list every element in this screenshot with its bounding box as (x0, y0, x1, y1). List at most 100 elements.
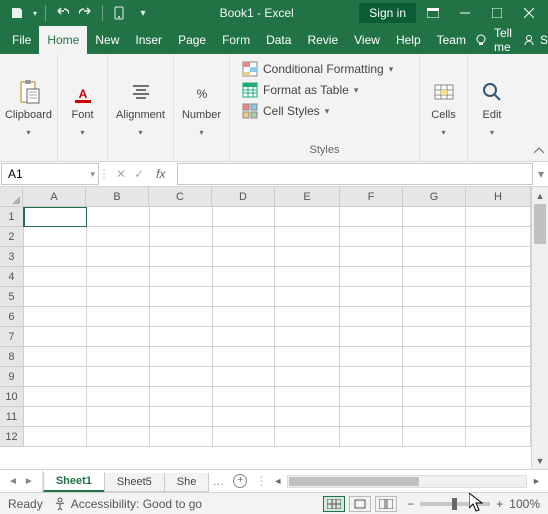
cell[interactable] (275, 427, 340, 447)
formula-input[interactable] (177, 163, 533, 185)
cell[interactable] (213, 347, 276, 367)
cell[interactable] (87, 367, 150, 387)
select-all-corner[interactable] (0, 187, 23, 207)
cell[interactable] (466, 427, 531, 447)
cell[interactable] (150, 207, 213, 227)
cell[interactable] (213, 327, 276, 347)
cell[interactable] (403, 287, 466, 307)
cell[interactable] (87, 327, 150, 347)
scroll-right-icon[interactable]: ► (529, 474, 544, 489)
cell[interactable] (150, 287, 213, 307)
ribbon-display-icon[interactable] (418, 0, 448, 26)
cell[interactable] (24, 247, 87, 267)
zoom-in-icon[interactable]: + (496, 497, 503, 511)
cell[interactable] (403, 267, 466, 287)
tellme-label[interactable]: Tell me (494, 26, 516, 54)
row-header[interactable]: 6 (0, 307, 24, 327)
cell[interactable] (150, 347, 213, 367)
sheet-overflow-label[interactable]: … (208, 474, 224, 488)
cell[interactable] (403, 367, 466, 387)
cell[interactable] (87, 267, 150, 287)
cell[interactable] (213, 287, 276, 307)
cell[interactable] (24, 207, 87, 227)
cell[interactable] (466, 207, 531, 227)
cell[interactable] (340, 367, 403, 387)
cell[interactable] (150, 227, 213, 247)
cell[interactable] (403, 327, 466, 347)
scroll-left-icon[interactable]: ◄ (270, 474, 285, 489)
signin-button[interactable]: Sign in (359, 3, 416, 23)
cell[interactable] (466, 367, 531, 387)
sheet-grip-icon[interactable]: ⋮ (256, 470, 266, 492)
normal-view-icon[interactable] (323, 496, 345, 512)
tab-form[interactable]: Form (214, 26, 258, 54)
cell[interactable] (150, 267, 213, 287)
cell[interactable] (150, 307, 213, 327)
cell[interactable] (275, 287, 340, 307)
cell[interactable] (275, 387, 340, 407)
tab-new[interactable]: New (87, 26, 127, 54)
column-header[interactable]: F (340, 187, 403, 207)
zoom-level[interactable]: 100% (509, 497, 540, 511)
zoom-out-icon[interactable]: − (407, 497, 414, 511)
cell[interactable] (150, 247, 213, 267)
row-header[interactable]: 7 (0, 327, 24, 347)
sheet-tab[interactable]: Sheet1 (43, 472, 105, 492)
cell[interactable] (466, 227, 531, 247)
scroll-up-icon[interactable]: ▲ (532, 187, 548, 204)
cell[interactable] (340, 427, 403, 447)
vertical-scrollbar[interactable]: ▲ ▼ (531, 187, 548, 469)
column-header[interactable]: E (275, 187, 340, 207)
cell[interactable] (213, 307, 276, 327)
number-button[interactable]: % Number▾ (178, 77, 225, 138)
vertical-scroll-thumb[interactable] (534, 204, 546, 244)
cell[interactable] (87, 247, 150, 267)
cell[interactable] (150, 367, 213, 387)
save-icon[interactable] (6, 2, 28, 24)
cell[interactable] (275, 367, 340, 387)
cell[interactable] (213, 247, 276, 267)
sheet-tab[interactable]: She (164, 473, 210, 492)
cell[interactable] (403, 347, 466, 367)
column-header[interactable]: A (23, 187, 86, 207)
cell[interactable] (87, 387, 150, 407)
zoom-slider[interactable] (420, 502, 490, 506)
cell[interactable] (87, 307, 150, 327)
cell[interactable] (340, 267, 403, 287)
cell[interactable] (87, 347, 150, 367)
cell[interactable] (275, 227, 340, 247)
row-header[interactable]: 10 (0, 387, 24, 407)
cell[interactable] (466, 407, 531, 427)
sheet-tab[interactable]: Sheet5 (104, 473, 165, 492)
qat-customize-icon[interactable]: ▾ (132, 2, 154, 24)
cell[interactable] (403, 387, 466, 407)
undo-icon[interactable] (51, 2, 73, 24)
cell[interactable] (213, 227, 276, 247)
cell[interactable] (403, 427, 466, 447)
accessibility-status[interactable]: Accessibility: Good to go (53, 497, 202, 511)
cell[interactable] (466, 287, 531, 307)
cell[interactable] (275, 347, 340, 367)
page-layout-view-icon[interactable] (349, 496, 371, 512)
fx-icon[interactable]: fx (152, 167, 169, 181)
row-header[interactable]: 1 (0, 207, 24, 227)
cell-styles-button[interactable]: Cell Styles▾ (240, 102, 409, 120)
cell[interactable] (213, 407, 276, 427)
font-button[interactable]: A Font▾ (66, 77, 100, 138)
cell[interactable] (340, 347, 403, 367)
conditional-formatting-button[interactable]: Conditional Formatting▾ (240, 60, 409, 78)
cell[interactable] (24, 307, 87, 327)
cell[interactable] (340, 227, 403, 247)
cell[interactable] (466, 347, 531, 367)
column-header[interactable]: G (403, 187, 466, 207)
row-header[interactable]: 4 (0, 267, 24, 287)
cell[interactable] (24, 267, 87, 287)
cell[interactable] (87, 207, 150, 227)
tellme-bulb-icon[interactable] (474, 31, 488, 49)
column-header[interactable]: C (149, 187, 212, 207)
cell[interactable] (466, 247, 531, 267)
column-header[interactable]: B (86, 187, 149, 207)
editing-button[interactable]: Edit▾ (475, 77, 509, 138)
new-sheet-button[interactable]: + (230, 470, 250, 492)
cell[interactable] (340, 247, 403, 267)
